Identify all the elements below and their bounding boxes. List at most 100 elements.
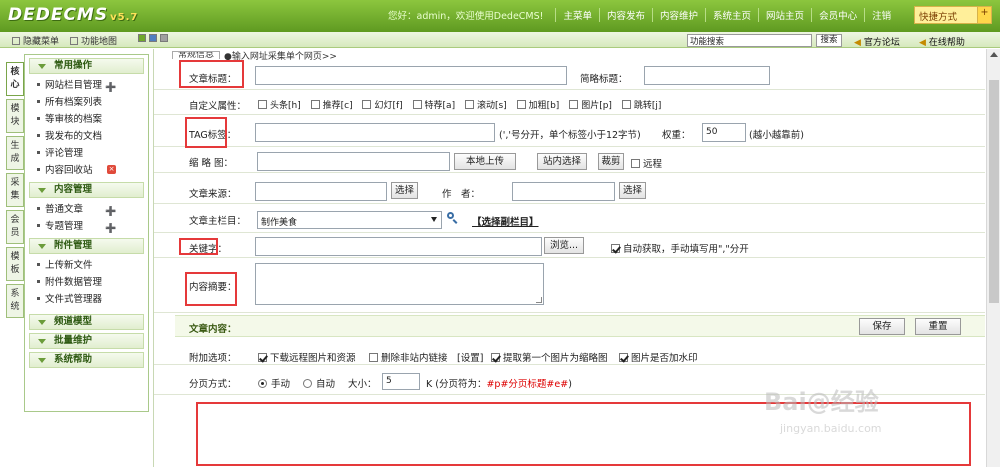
tab-system[interactable]: 系统 <box>6 284 24 318</box>
weight-input[interactable]: 50 <box>702 123 746 142</box>
checkbox[interactable] <box>258 353 267 362</box>
group-content-manage[interactable]: 内容管理 <box>29 182 144 198</box>
sidebar-item-recycle-bin[interactable]: 内容回收站 × <box>25 162 148 179</box>
search-button[interactable]: 搜索 <box>816 34 842 47</box>
flag-scroll[interactable]: 滚动[s] <box>464 100 507 111</box>
checkbox[interactable] <box>362 100 372 109</box>
nav-member-center[interactable]: 会员中心 <box>811 8 864 22</box>
download-remote-option[interactable]: 下载远程图片和资源 <box>258 350 356 364</box>
checkbox[interactable] <box>621 100 631 109</box>
nav-logout[interactable]: 注销 <box>864 8 898 22</box>
scroll-thumb[interactable] <box>989 80 999 303</box>
checkbox[interactable] <box>611 244 620 253</box>
source-choose-button[interactable]: 选择 <box>391 182 418 199</box>
radio[interactable] <box>303 379 312 388</box>
sidebar-item-column-manage[interactable]: 网站栏目管理 ➕ <box>25 77 148 94</box>
sub-column-link[interactable]: 【选择副栏目】 <box>472 214 539 228</box>
scrollbar[interactable] <box>986 49 1000 467</box>
checkbox[interactable] <box>369 353 378 362</box>
reset-button[interactable]: 重置 <box>915 318 961 335</box>
tab-core[interactable]: 核心 <box>6 62 24 96</box>
checkbox[interactable] <box>464 100 474 109</box>
checkbox[interactable] <box>412 100 422 109</box>
keyword-input[interactable] <box>255 237 542 256</box>
sidebar-item-my-docs[interactable]: 我发布的文档 <box>25 128 148 145</box>
checkbox[interactable] <box>631 159 640 168</box>
group-attachment[interactable]: 附件管理 <box>29 238 144 254</box>
first-image-thumb-option[interactable]: 提取第一个图片为缩略图 <box>491 350 608 364</box>
flag-image[interactable]: 图片[p] <box>569 100 612 111</box>
checkbox[interactable] <box>491 353 500 362</box>
sidebar-item-topic-manage[interactable]: 专题管理 ➕ <box>25 218 148 235</box>
browse-button[interactable]: 浏览... <box>544 237 584 254</box>
nav-system-home[interactable]: 系统主页 <box>705 8 758 22</box>
author-input[interactable] <box>512 182 615 201</box>
auto-keyword-option[interactable]: 自动获取，手动填写用","分开 <box>611 241 749 255</box>
nav-main-menu[interactable]: 主菜单 <box>555 8 599 22</box>
save-button[interactable]: 保存 <box>859 318 905 335</box>
flag-headline[interactable]: 头条[h] <box>258 100 301 111</box>
group-system-help[interactable]: 系统帮助 <box>29 352 144 368</box>
checkbox[interactable] <box>569 100 579 109</box>
checkbox[interactable] <box>619 353 628 362</box>
resize-grip-icon[interactable] <box>536 297 542 303</box>
skin-blue-icon[interactable] <box>149 34 157 42</box>
source-input[interactable] <box>255 182 387 201</box>
radio[interactable] <box>258 379 267 388</box>
quick-menu-button[interactable]: 快捷方式 + <box>914 6 992 24</box>
sidebar-item-pending-docs[interactable]: 等审核的档案 <box>25 111 148 128</box>
summary-textarea[interactable] <box>255 263 544 305</box>
sidebar-item-attachment-data[interactable]: 附件数据管理 <box>25 274 148 291</box>
tab-general[interactable]: 常规信息 <box>172 51 221 59</box>
settings-link[interactable]: [设置] <box>457 350 483 364</box>
group-channel-model[interactable]: 频道模型 <box>29 314 144 330</box>
thumb-input[interactable] <box>257 152 450 171</box>
short-title-input[interactable] <box>644 66 770 85</box>
magnifier-icon[interactable] <box>447 212 458 224</box>
flag-recommend[interactable]: 推荐[c] <box>310 100 353 111</box>
sidebar-item-comments[interactable]: 评论管理 <box>25 145 148 162</box>
hide-menu-button[interactable]: 隐藏菜单 <box>12 34 59 47</box>
add-icon[interactable]: ➕ <box>105 221 116 238</box>
help-link[interactable]: ◀ 在线帮助 <box>919 35 965 48</box>
flag-special[interactable]: 特荐[a] <box>412 100 455 111</box>
tag-input[interactable] <box>255 123 495 142</box>
flag-slide[interactable]: 幻灯[f] <box>362 100 403 111</box>
site-select-button[interactable]: 站内选择 <box>537 153 587 170</box>
group-common-ops[interactable]: 常用操作 <box>29 58 144 74</box>
nav-content-maintain[interactable]: 内容维护 <box>652 8 705 22</box>
sidebar-item-file-manager[interactable]: 文件式管理器 <box>25 291 148 308</box>
skin-gray-icon[interactable] <box>160 34 168 42</box>
title-input[interactable] <box>255 66 567 85</box>
remote-option[interactable]: 远程 <box>631 156 662 170</box>
paging-manual-radio[interactable]: 手动 <box>258 376 290 390</box>
sidebar-item-upload[interactable]: 上传新文件 <box>25 257 148 274</box>
scroll-up-icon[interactable] <box>990 52 998 57</box>
local-upload-button[interactable]: 本地上传 <box>454 153 516 170</box>
crop-button[interactable]: 裁剪 <box>598 153 624 170</box>
page-size-input[interactable]: 5 <box>382 373 420 390</box>
checkbox[interactable] <box>310 100 320 109</box>
function-map-button[interactable]: 功能地图 <box>70 34 117 47</box>
tab-module[interactable]: 模块 <box>6 99 24 133</box>
forum-link[interactable]: ◀ 官方论坛 <box>854 35 900 48</box>
checkbox[interactable] <box>516 100 526 109</box>
paging-auto-radio[interactable]: 自动 <box>303 376 335 390</box>
sidebar-item-all-docs[interactable]: 所有档案列表 <box>25 94 148 111</box>
watermark-option[interactable]: 图片是否加水印 <box>619 350 698 364</box>
tab-template[interactable]: 模板 <box>6 247 24 281</box>
remove-links-option[interactable]: 删除非站内链接 <box>369 350 448 364</box>
checkbox[interactable] <box>258 100 267 109</box>
sidebar-item-normal-article[interactable]: 普通文章 ➕ <box>25 201 148 218</box>
tab-generate[interactable]: 生成 <box>6 136 24 170</box>
nav-content-publish[interactable]: 内容发布 <box>599 8 652 22</box>
group-batch-maintain[interactable]: 批量维护 <box>29 333 144 349</box>
tab-member[interactable]: 会员 <box>6 210 24 244</box>
skin-swatches[interactable] <box>138 34 171 44</box>
function-search-input[interactable]: 功能搜索 <box>687 34 812 47</box>
clear-icon[interactable]: × <box>107 165 116 174</box>
author-choose-button[interactable]: 选择 <box>619 182 646 199</box>
flag-jump[interactable]: 跳转[j] <box>621 100 661 111</box>
nav-site-home[interactable]: 网站主页 <box>758 8 811 22</box>
flag-bold[interactable]: 加粗[b] <box>516 100 559 111</box>
